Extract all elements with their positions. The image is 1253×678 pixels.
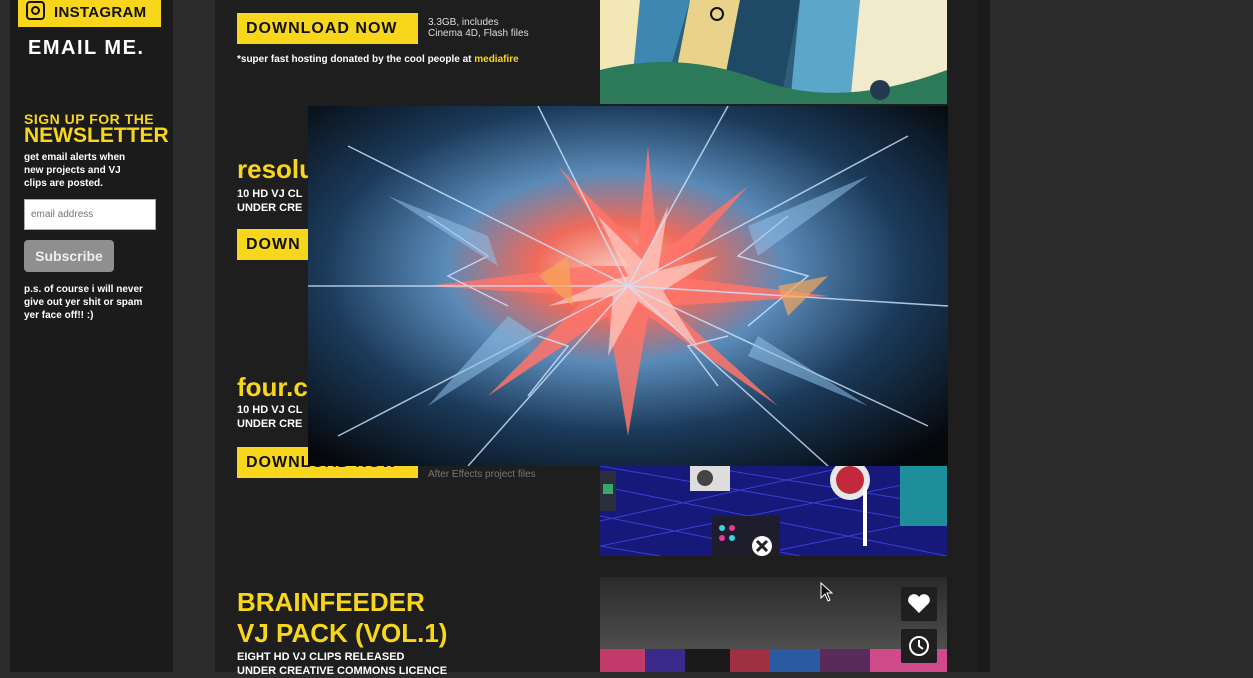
email-me-link[interactable]: EMAIL ME. xyxy=(28,37,144,60)
sidebar: INSTAGRAM EMAIL ME. SIGN UP FOR THE NEWS… xyxy=(10,0,173,672)
mediafire-link[interactable]: mediafire xyxy=(474,54,518,65)
email-input[interactable] xyxy=(24,199,156,230)
project-thumbnail-3[interactable] xyxy=(600,466,947,556)
footnote-text: *super fast hosting donated by the cool … xyxy=(237,54,472,65)
brainfeeder-title-line1: BRAINFEEDER xyxy=(237,587,425,617)
subscribe-button[interactable]: Subscribe xyxy=(24,240,114,272)
video-preview-overlay[interactable] xyxy=(308,106,948,466)
file-info-3: After Effects project files xyxy=(428,469,536,480)
page-gutter xyxy=(978,0,990,672)
download-button-1[interactable]: DOWNLOAD NOW xyxy=(237,13,418,44)
instagram-icon xyxy=(26,1,45,20)
brainfeeder-thumbnail[interactable] xyxy=(600,577,947,672)
newsletter-title-line2: NEWSLETTER xyxy=(24,124,169,147)
privacy-note: p.s. of course i will never give out yer… xyxy=(24,284,143,321)
project-subtitle-3-line1: 10 HD VJ CL xyxy=(237,404,303,416)
brainfeeder-subtitle: EIGHT HD VJ CLIPS RELEASED UNDER CREATIV… xyxy=(237,650,447,678)
file-info-1-line1: 3.3GB, includes xyxy=(428,17,499,28)
project-subtitle-2-line2: UNDER CRE xyxy=(237,202,303,214)
like-button[interactable] xyxy=(901,587,937,621)
watch-later-button[interactable] xyxy=(901,629,937,663)
clock-icon xyxy=(909,636,929,656)
brainfeeder-subtitle-line1: EIGHT HD VJ CLIPS RELEASED xyxy=(237,651,405,663)
instagram-link[interactable]: INSTAGRAM xyxy=(18,0,161,27)
file-info-1: 3.3GB, includes Cinema 4D, Flash files xyxy=(428,17,529,39)
project-title-3: four.c xyxy=(237,372,308,402)
project-subtitle-2-line1: 10 HD VJ CL xyxy=(237,188,303,200)
instagram-label: INSTAGRAM xyxy=(54,4,147,21)
heart-icon xyxy=(908,594,930,613)
project-subtitle-3: 10 HD VJ CL UNDER CRE xyxy=(237,403,302,431)
mouse-cursor-icon xyxy=(820,582,834,602)
file-info-1-line2: Cinema 4D, Flash files xyxy=(428,28,529,39)
project-subtitle-2: 10 HD VJ CL UNDER CRE xyxy=(237,187,302,215)
brainfeeder-subtitle-line2: UNDER CREATIVE COMMONS LICENCE xyxy=(237,665,448,677)
brainfeeder-title-line2: VJ PACK (VOL.1) xyxy=(237,618,448,648)
newsletter-description: get email alerts when new projects and V… xyxy=(24,152,126,189)
project-thumbnail-1[interactable] xyxy=(600,0,947,104)
project-title-2: resolu xyxy=(237,154,316,184)
project-subtitle-3-line2: UNDER CRE xyxy=(237,418,303,430)
download-button-2[interactable]: DOWN xyxy=(237,229,317,260)
hosting-footnote: *super fast hosting donated by the cool … xyxy=(237,54,519,65)
